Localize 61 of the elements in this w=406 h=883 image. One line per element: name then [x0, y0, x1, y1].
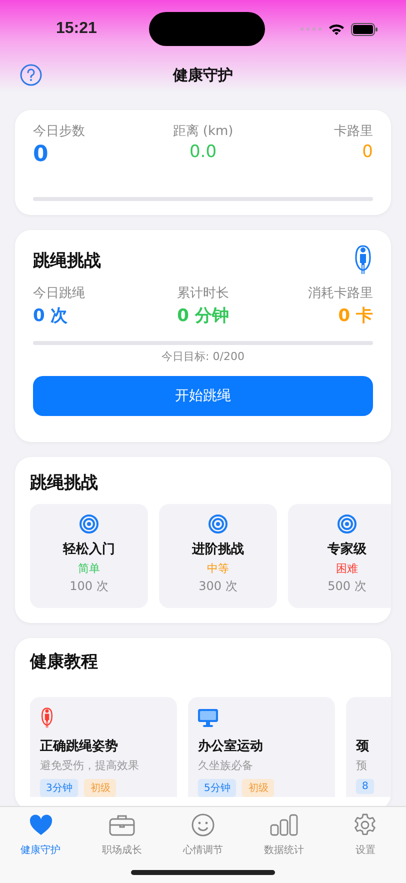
- tutorial-description: 预: [356, 758, 368, 773]
- smiley-icon: [190, 813, 215, 837]
- level-tag: 初级: [242, 779, 274, 797]
- help-icon[interactable]: [20, 64, 42, 86]
- challenge-name: 专家级: [328, 540, 366, 558]
- stat-value: 0: [33, 142, 50, 167]
- stat-label: 距离 (km): [172, 123, 234, 140]
- stat-value: 0 卡: [337, 305, 373, 327]
- settings-icon: [353, 813, 378, 837]
- count-text: 300 次: [198, 578, 238, 595]
- jump-rope-icon: [40, 705, 54, 731]
- status-time: 15:21: [56, 20, 97, 38]
- challenge-card[interactable]: 进阶挑战 中等 300 次: [159, 504, 277, 608]
- stat-label: 今日跳绳: [33, 285, 86, 302]
- challenge-name: 轻松入门: [63, 540, 115, 558]
- jump-rope-icon: [353, 244, 373, 276]
- tutorial-name: 办公室运动: [198, 738, 264, 755]
- battery-icon: [350, 22, 378, 36]
- tutorial-name: 颈: [356, 738, 370, 755]
- tab-item[interactable]: 健康守护: [6, 813, 76, 883]
- heart-icon: [28, 813, 53, 837]
- challenge-name: 进阶挑战: [192, 541, 244, 558]
- duration-tag: 8: [356, 779, 374, 794]
- goal-text: 今日目标: 0/200: [160, 349, 246, 364]
- section-title: 健康教程: [30, 651, 99, 673]
- tutorial-card[interactable]: 正确跳绳姿势 避免受伤，提高效果 3分钟 初级: [30, 697, 177, 797]
- tutorial-card[interactable]: 颈 预 8: [346, 697, 391, 797]
- target-icon: [337, 514, 357, 534]
- section-title: 跳绳挑战: [30, 472, 99, 494]
- duration-tag: 5分钟: [198, 779, 236, 797]
- bar-chart-icon: [270, 813, 298, 837]
- briefcase-icon: [108, 813, 135, 837]
- stat-value: 0 分钟: [176, 305, 230, 327]
- target-icon: [79, 514, 99, 534]
- signal-icon: [300, 27, 322, 31]
- card-title: 跳绳挑战: [33, 250, 101, 272]
- start-button[interactable]: 开始跳绳: [33, 376, 373, 416]
- tutorial-description: 久坐族必备: [198, 758, 254, 773]
- tutorial-name: 正确跳绳姿势: [40, 738, 119, 755]
- stat-label: 卡路里: [332, 123, 373, 140]
- stat-label: 今日步数: [33, 123, 86, 140]
- duration-tag: 3分钟: [40, 779, 78, 797]
- stat-value: 0.0: [188, 142, 218, 162]
- stat-label: 消耗卡路里: [306, 285, 373, 302]
- page-title: 健康守护: [173, 66, 233, 84]
- level-tag: 初级: [84, 779, 116, 797]
- stat-value: 0: [361, 142, 373, 162]
- target-icon: [208, 514, 228, 534]
- count-text: 500 次: [328, 578, 366, 595]
- challenge-card[interactable]: 专家级 困难 500 次: [288, 504, 391, 608]
- stat-value: 0 次: [33, 305, 69, 327]
- difficulty-label: 简单: [78, 561, 100, 576]
- difficulty-label: 困难: [336, 561, 358, 576]
- challenge-card[interactable]: 轻松入门 简单 100 次: [30, 504, 148, 608]
- stat-label: 累计时长: [176, 285, 230, 302]
- count-text: 100 次: [70, 578, 108, 595]
- monitor-icon: [198, 709, 218, 727]
- tutorial-description: 避免受伤，提高效果: [40, 758, 140, 773]
- wifi-icon: [328, 23, 345, 35]
- difficulty-label: 中等: [207, 561, 229, 576]
- tutorial-card[interactable]: 办公室运动 久坐族必备 5分钟 初级: [188, 697, 335, 797]
